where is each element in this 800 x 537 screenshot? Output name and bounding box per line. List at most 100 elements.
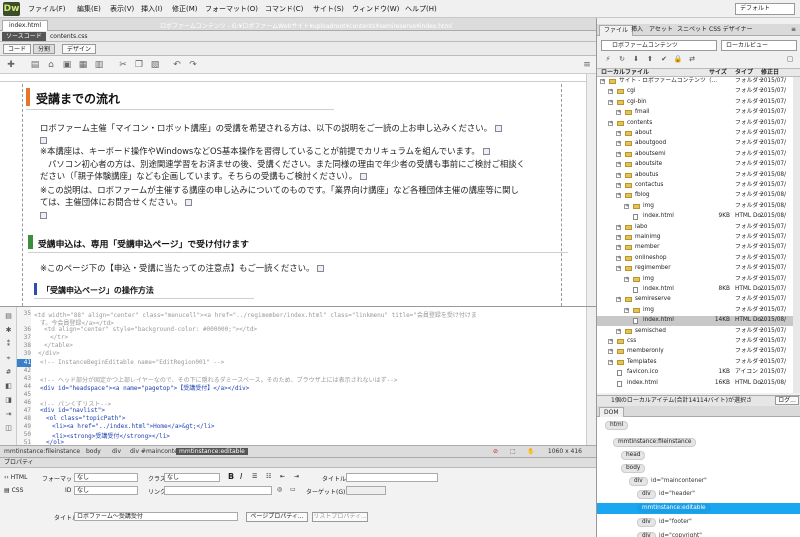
target-select[interactable] <box>346 486 386 495</box>
menu-window[interactable]: ウィンドウ(W) <box>352 4 399 14</box>
expand-toggle-icon[interactable]: + <box>616 235 621 240</box>
expand-toggle-icon[interactable]: + <box>616 151 621 157</box>
menu-help[interactable]: ヘルプ(H) <box>405 4 437 14</box>
dom-node[interactable]: mmtinstance:fileinstance <box>613 438 697 447</box>
options-icon[interactable]: ≡ <box>582 60 592 70</box>
file-row[interactable]: + semisched フォルダー 2015/07/ <box>597 327 793 336</box>
design-scrollbar[interactable] <box>586 74 596 306</box>
error-icon[interactable]: ⊘ <box>493 448 498 455</box>
check-out-icon[interactable]: ✔ <box>659 54 669 64</box>
link-input[interactable] <box>164 486 272 495</box>
expand-toggle-icon[interactable]: + <box>600 79 605 84</box>
file-row[interactable]: index.html 14KB HTML Do... 2015/08/ <box>597 316 793 326</box>
new-file-icon[interactable]: ✚ <box>6 60 16 70</box>
comment-icon[interactable]: ◧ <box>3 381 14 391</box>
file-row[interactable]: + aboutgood フォルダー 2015/07/ <box>597 139 793 148</box>
select-tool-icon[interactable]: ⬚ <box>510 448 516 455</box>
workspace-switcher[interactable]: デフォルト <box>735 3 795 15</box>
expand-toggle-icon[interactable]: + <box>616 193 621 199</box>
file-row[interactable]: + contents フォルダー 2015/07/ <box>597 119 793 128</box>
expand-toggle-icon[interactable]: + <box>616 141 621 147</box>
dom-node[interactable]: html <box>605 421 629 430</box>
cut-icon[interactable]: ✂ <box>118 60 128 70</box>
tag-fileinstance[interactable]: mmtinstance:fileinstance <box>4 448 80 455</box>
file-row[interactable]: + semireserve フォルダー 2015/07/ <box>597 295 793 304</box>
expand-toggle-icon[interactable]: + <box>616 172 621 178</box>
list-properties-button[interactable]: リストプロパティ... <box>312 512 368 522</box>
tag-editable[interactable]: mmtinstance:editable <box>176 448 248 455</box>
expand-all-icon[interactable]: ⁑ <box>3 339 14 349</box>
header-date[interactable]: 修正日 <box>761 69 779 77</box>
site-select[interactable]: ロボファームコンテンツ <box>601 40 717 51</box>
tag-body[interactable]: body <box>86 448 101 455</box>
line-numbers-icon[interactable]: # <box>3 367 14 377</box>
related-file-css[interactable]: contents.css <box>50 33 88 40</box>
expand-toggle-icon[interactable]: + <box>608 99 613 105</box>
collapse-tag-icon[interactable]: ✱ <box>3 325 14 335</box>
expand-toggle-icon[interactable]: + <box>616 255 621 261</box>
id-select[interactable]: なし <box>74 486 138 495</box>
expand-toggle-icon[interactable]: + <box>616 266 621 272</box>
view-select[interactable]: ローカルビュー <box>721 40 797 51</box>
dom-node[interactable]: div <box>637 532 656 537</box>
browse-folder-icon[interactable]: ▭ <box>290 486 296 493</box>
check-in-icon[interactable]: 🔒 <box>673 54 683 64</box>
outdent-icon[interactable]: ⇤ <box>280 473 285 480</box>
dom-node[interactable]: body <box>621 464 646 473</box>
header-type[interactable]: タイプ <box>735 69 753 77</box>
menu-view[interactable]: 表示(V) <box>110 4 134 14</box>
split-view-button[interactable]: 分割 <box>33 44 56 54</box>
menu-site[interactable]: サイト(S) <box>313 4 344 14</box>
file-row[interactable]: + fblog フォルダー 2015/08/ <box>597 191 793 200</box>
source-code-button[interactable]: ソースコード <box>2 32 46 41</box>
select-parent-icon[interactable]: ⌖ <box>3 353 14 363</box>
log-button[interactable]: ログ... <box>775 396 799 405</box>
class-select[interactable]: なし <box>164 473 220 482</box>
expand-toggle-icon[interactable]: + <box>616 110 621 116</box>
header-name[interactable]: ローカルファイル <box>601 69 649 77</box>
menu-edit[interactable]: 編集(E) <box>77 4 101 14</box>
tag-div[interactable]: div <box>112 448 121 455</box>
doc-title-input[interactable]: ロボファーム～受講受付 <box>74 512 238 521</box>
get-files-icon[interactable]: ⬇ <box>631 54 641 64</box>
wrap-tag-icon[interactable]: ◨ <box>3 395 14 405</box>
save-all-icon[interactable]: ▦ <box>78 60 88 70</box>
undo-icon[interactable]: ↶ <box>172 60 182 70</box>
point-to-file-icon[interactable]: ◎ <box>277 486 282 493</box>
expand-toggle-icon[interactable]: + <box>624 276 629 282</box>
expand-toggle-icon[interactable]: + <box>608 359 613 365</box>
file-row[interactable]: + about フォルダー 2015/07/ <box>597 129 793 138</box>
file-row[interactable]: + img フォルダー 2015/07/ <box>597 275 793 284</box>
code-view-button[interactable]: コード <box>3 44 32 54</box>
ordered-list-icon[interactable]: ☷ <box>266 473 271 480</box>
file-row[interactable]: + member フォルダー 2015/07/ <box>597 243 793 252</box>
expand-toggle-icon[interactable]: + <box>608 349 613 355</box>
file-row[interactable]: + img フォルダー 2015/07/ <box>597 306 793 315</box>
italic-button[interactable]: I <box>240 472 242 481</box>
file-row[interactable]: + サイト - ロボファームコンテンツ（... フォルダー 2015/07/ <box>597 77 793 86</box>
header-size[interactable]: サイズ <box>709 69 727 77</box>
expand-toggle-icon[interactable]: + <box>616 297 621 303</box>
expand-toggle-icon[interactable]: + <box>616 224 621 230</box>
open-documents-icon[interactable]: ▤ <box>3 311 14 321</box>
redo-icon[interactable]: ↷ <box>188 60 198 70</box>
connect-icon[interactable]: ⚡ <box>603 54 613 64</box>
file-row[interactable]: favicon.ico 1KB アイコン 2015/07/ <box>597 368 793 377</box>
menu-format[interactable]: フォーマット(O) <box>205 4 258 14</box>
tab-css-designer[interactable]: CSS デザイナー <box>705 25 757 36</box>
expand-panel-icon[interactable]: ▢ <box>785 54 795 64</box>
bold-button[interactable]: B <box>228 472 234 481</box>
code-scrollbar[interactable] <box>586 307 596 446</box>
file-row[interactable]: + css フォルダー 2015/07/ <box>597 337 793 346</box>
copy-icon[interactable]: ❐ <box>134 60 144 70</box>
file-row[interactable]: + cgi-bin フォルダー 2015/07/ <box>597 98 793 107</box>
file-row[interactable]: index.html 16KB HTML Do... 2015/08/ <box>597 379 793 388</box>
design-view[interactable]: 受講までの流れ ロボファーム主催「マイコン・ロボット講座」の受講を希望される方は… <box>0 82 596 306</box>
file-row[interactable]: + mainimg フォルダー 2015/07/ <box>597 233 793 242</box>
title-input[interactable] <box>346 473 438 482</box>
paste-icon[interactable]: ▧ <box>150 60 160 70</box>
dom-node[interactable]: div <box>637 518 656 527</box>
format-select[interactable]: なし <box>74 473 138 482</box>
indent-icon[interactable]: ⇥ <box>3 409 14 419</box>
expand-toggle-icon[interactable]: + <box>608 120 613 126</box>
